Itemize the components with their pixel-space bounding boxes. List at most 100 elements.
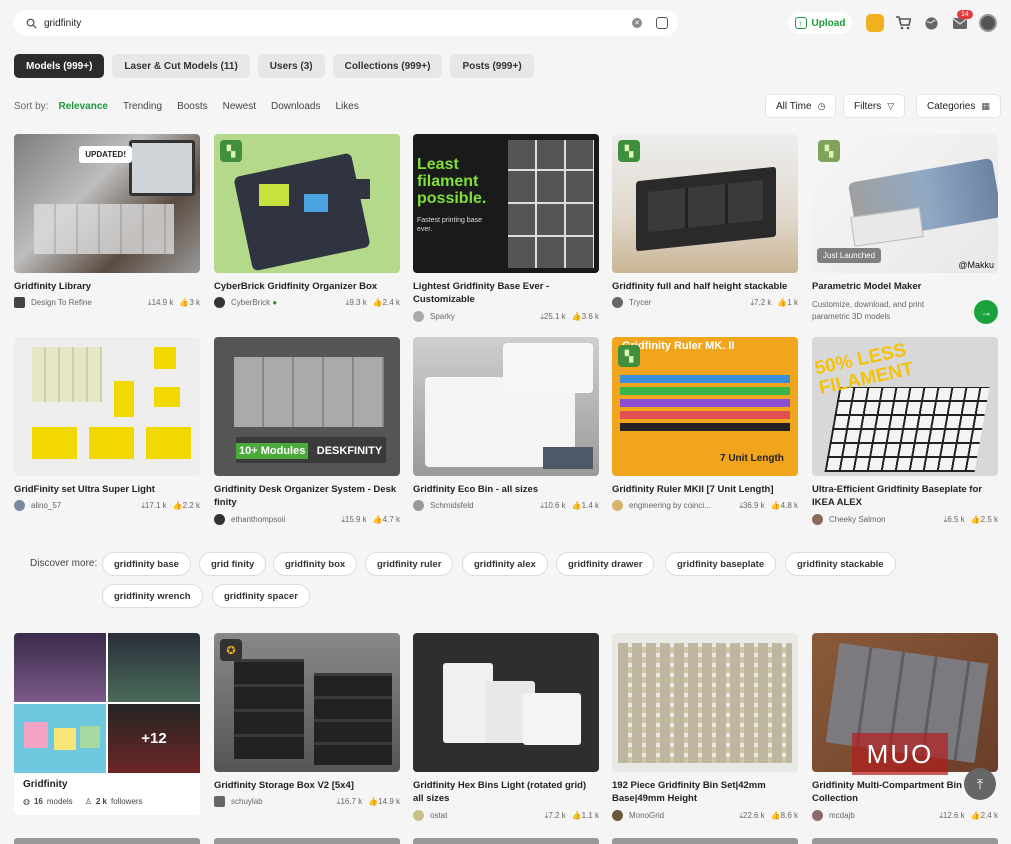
- categories-button[interactable]: Categories ▦: [916, 94, 1001, 118]
- user-avatar[interactable]: [979, 14, 997, 32]
- scroll-to-top-button[interactable]: ⤒: [964, 768, 996, 800]
- author-avatar[interactable]: [14, 297, 25, 308]
- model-title[interactable]: GridFinity set Ultra Super Light: [14, 483, 200, 496]
- language-icon[interactable]: [922, 14, 940, 32]
- tab-models[interactable]: Models (999+): [14, 54, 105, 78]
- sort-downloads[interactable]: Downloads: [271, 101, 320, 112]
- author-name[interactable]: ostat: [430, 811, 539, 820]
- model-thumbnail[interactable]: [413, 633, 599, 772]
- next-row-card: [14, 838, 200, 844]
- model-thumbnail[interactable]: [413, 337, 599, 476]
- author-avatar[interactable]: [14, 500, 25, 511]
- author-name[interactable]: Cheeky Salmon: [829, 515, 938, 524]
- like-count: 3 k: [189, 298, 200, 307]
- chip-gridfinity-wrench[interactable]: gridfinity wrench: [102, 584, 203, 608]
- model-title[interactable]: Gridfinity Desk Organizer System - Desk …: [214, 483, 400, 509]
- chip-gridfinity-stackable[interactable]: gridfinity stackable: [785, 552, 896, 576]
- collection-card[interactable]: +12 Gridfinity ◍ 16 models ♙ 2 k followe…: [14, 633, 200, 815]
- model-title[interactable]: Ultra-Efficient Gridfinity Baseplate for…: [812, 483, 998, 509]
- chip-grid-finity[interactable]: grid finity: [199, 552, 267, 576]
- image-search-icon[interactable]: [656, 17, 668, 29]
- sort-boosts[interactable]: Boosts: [177, 101, 208, 112]
- sort-newest[interactable]: Newest: [223, 101, 256, 112]
- sort-trending[interactable]: Trending: [123, 101, 162, 112]
- model-title[interactable]: Gridfinity Ruler MKII [7 Unit Length]: [612, 483, 798, 496]
- chip-gridfinity-spacer[interactable]: gridfinity spacer: [212, 584, 310, 608]
- author-avatar[interactable]: [413, 810, 424, 821]
- chip-gridfinity-drawer[interactable]: gridfinity drawer: [556, 552, 655, 576]
- chip-gridfinity-ruler[interactable]: gridfinity ruler: [365, 552, 454, 576]
- collection-thumb: [14, 633, 106, 702]
- model-thumbnail[interactable]: Least filament possible. Fastest printin…: [413, 134, 599, 273]
- author-avatar[interactable]: [214, 514, 225, 525]
- model-thumbnail[interactable]: 10+ Modules DESKFINITY: [214, 337, 400, 476]
- promo-title[interactable]: Parametric Model Maker: [812, 280, 998, 293]
- chip-gridfinity-box[interactable]: gridfinity box: [273, 552, 358, 576]
- model-title[interactable]: Gridfinity Library: [14, 280, 200, 293]
- next-row-card: [612, 838, 798, 844]
- author-name[interactable]: CyberBrick ●: [231, 298, 340, 307]
- author-name[interactable]: schuylab: [231, 797, 331, 806]
- author-avatar[interactable]: [612, 297, 623, 308]
- time-range-dropdown[interactable]: All Time ◷: [765, 94, 837, 118]
- author-avatar[interactable]: [812, 810, 823, 821]
- author-name[interactable]: Schmidsfeld: [430, 501, 534, 510]
- author-avatar[interactable]: [214, 297, 225, 308]
- download-count: 6.5 k: [947, 515, 965, 524]
- clear-search-icon[interactable]: ✕: [632, 18, 642, 28]
- search-bar[interactable]: ✕: [14, 10, 678, 36]
- filters-button[interactable]: Filters ▽: [843, 94, 906, 118]
- model-thumbnail[interactable]: [612, 633, 798, 772]
- author-name[interactable]: mcdajb: [829, 811, 933, 820]
- author-avatar[interactable]: [612, 500, 623, 511]
- model-title[interactable]: Gridfinity Hex Bins Light (rotated grid)…: [413, 779, 599, 805]
- model-title[interactable]: CyberBrick Gridfinity Organizer Box: [214, 280, 400, 293]
- model-title[interactable]: 192 Piece Gridfinity Bin Set|42mm Base|4…: [612, 779, 798, 805]
- sort-likes[interactable]: Likes: [335, 101, 358, 112]
- author-name[interactable]: alino_57: [31, 501, 135, 510]
- printable-badge-icon: ▚: [618, 140, 640, 162]
- arrow-right-icon[interactable]: →: [974, 300, 998, 324]
- author-name[interactable]: engineering by coinci...: [629, 501, 733, 510]
- model-thumbnail[interactable]: ✪: [214, 633, 400, 772]
- cart-icon[interactable]: [894, 14, 912, 32]
- sort-relevance[interactable]: Relevance: [58, 101, 107, 112]
- author-name[interactable]: Design To Refine: [31, 298, 142, 307]
- author-avatar[interactable]: [413, 311, 424, 322]
- author-avatar[interactable]: [612, 810, 623, 821]
- model-thumbnail[interactable]: UPDATED!: [14, 134, 200, 273]
- model-thumbnail[interactable]: Gridfinity Ruler MK. II 7 Unit Length ▚: [612, 337, 798, 476]
- thumbnail-badge: 10+ Modules: [236, 443, 309, 459]
- tab-posts[interactable]: Posts (999+): [450, 54, 534, 78]
- author-name[interactable]: Trycer: [629, 298, 744, 307]
- author-avatar[interactable]: [812, 514, 823, 525]
- model-meta: Sparky ⤓ 25.1 k 👍 3.6 k: [413, 311, 599, 322]
- model-title[interactable]: Lightest Gridfinity Base Ever - Customiz…: [413, 280, 599, 306]
- author-avatar[interactable]: [214, 796, 225, 807]
- tab-laser-cut-models[interactable]: Laser & Cut Models (11): [112, 54, 250, 78]
- model-thumbnail[interactable]: 50% LESS FILAMENT: [812, 337, 998, 476]
- model-title[interactable]: Gridfinity Eco Bin - all sizes: [413, 483, 599, 496]
- chip-gridfinity-alex[interactable]: gridfinity alex: [462, 552, 548, 576]
- points-icon[interactable]: [866, 14, 884, 32]
- chip-gridfinity-baseplate[interactable]: gridfinity baseplate: [665, 552, 777, 576]
- promo-thumbnail[interactable]: ▚ Just Launched @Makku: [812, 134, 998, 273]
- author-name[interactable]: MonoGrid: [629, 811, 733, 820]
- search-input[interactable]: [44, 17, 632, 29]
- model-title[interactable]: Gridfinity full and half height stackabl…: [612, 280, 798, 293]
- model-thumbnail[interactable]: ▚: [612, 134, 798, 273]
- model-title[interactable]: Gridfinity Storage Box V2 [5x4]: [214, 779, 400, 792]
- tab-collections[interactable]: Collections (999+): [332, 54, 443, 78]
- chip-gridfinity-base[interactable]: gridfinity base: [102, 552, 191, 576]
- author-name[interactable]: Sparky: [430, 312, 534, 321]
- author-name[interactable]: ethanthompsoii: [231, 515, 335, 524]
- model-thumbnail[interactable]: [14, 337, 200, 476]
- model-thumbnail[interactable]: ▚: [214, 134, 400, 273]
- model-meta: mcdajb ⤓ 12.6 k 👍 2.4 k: [812, 810, 998, 821]
- like-count: 14.9 k: [378, 797, 400, 806]
- tab-users[interactable]: Users (3): [257, 54, 325, 78]
- author-avatar[interactable]: [413, 500, 424, 511]
- grid-icon: ▦: [981, 100, 990, 111]
- collection-title[interactable]: Gridfinity: [23, 779, 67, 790]
- upload-button[interactable]: ↑ Upload: [788, 12, 852, 34]
